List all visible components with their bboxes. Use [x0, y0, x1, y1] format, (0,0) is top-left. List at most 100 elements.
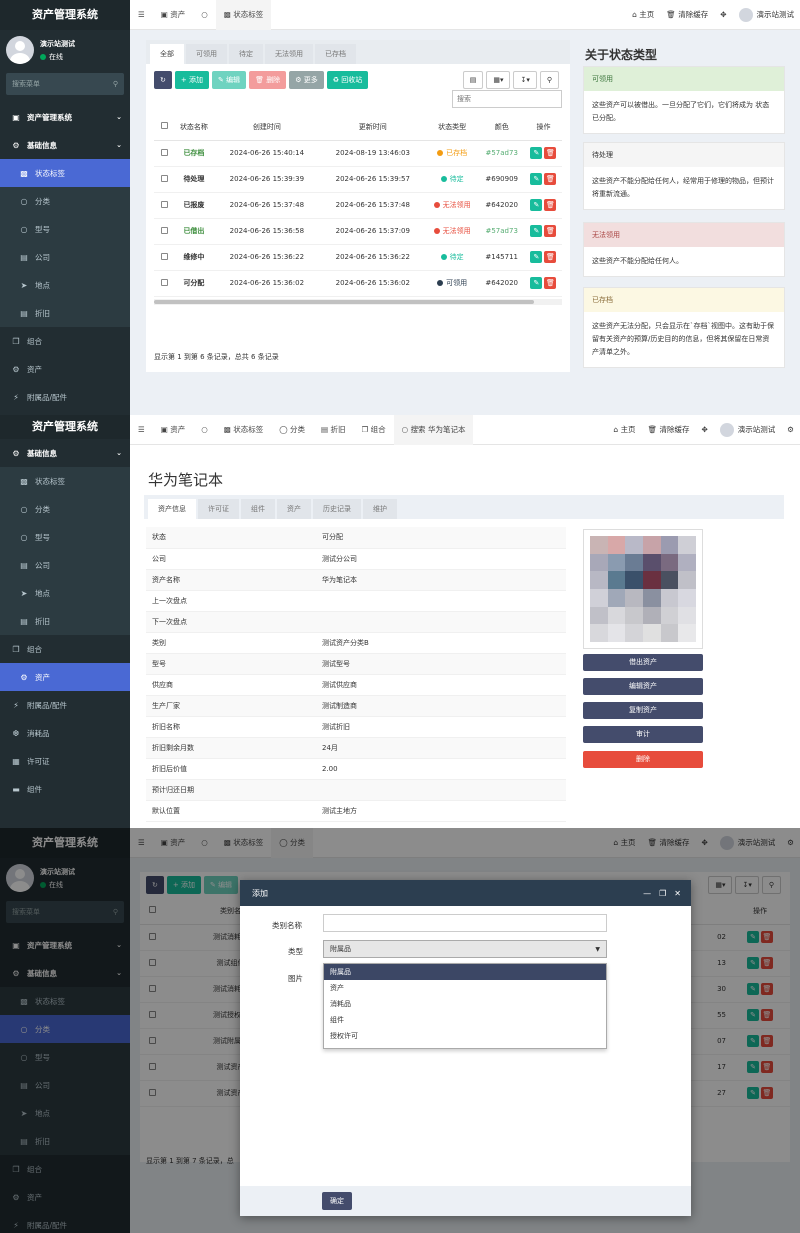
tab-assets[interactable]: ▣ 资产 [153, 0, 193, 30]
dropdown-option[interactable]: 资产 [324, 980, 606, 996]
sidebar-item-10[interactable]: ⚡ 附属品/配件 [0, 383, 130, 411]
delete-button[interactable]: 🗑 删除 [249, 71, 287, 89]
menu-search-input[interactable]: 搜索菜单 ⚲ [6, 73, 124, 95]
export-button[interactable]: ↧▾ [513, 71, 537, 89]
tab-circle[interactable]: ○ [193, 0, 216, 30]
edit-row-icon[interactable]: ✎ [530, 147, 543, 159]
dropdown-option[interactable]: 授权许可 [324, 1028, 606, 1044]
delete-row-icon[interactable]: 🗑 [544, 199, 557, 211]
fullscreen-icon[interactable]: ✥ [714, 10, 732, 19]
tab-depreciation[interactable]: ▤ 折旧 [313, 415, 353, 445]
sidebar-item-10[interactable]: ⚡ 附属品/配件 [0, 691, 130, 719]
sidebar-item-3[interactable]: ○ 分类 [0, 187, 130, 215]
tab-circle[interactable]: ○ [193, 415, 216, 445]
delete-row-icon[interactable]: 🗑 [544, 147, 557, 159]
col-created[interactable]: 创建时间 [213, 114, 320, 141]
copy-asset-button[interactable]: 复制资产 [583, 702, 703, 719]
sidebar-item-8[interactable]: ❐ 组合 [0, 327, 130, 355]
filter-tab-pending[interactable]: 待定 [229, 44, 263, 64]
user-menu[interactable]: 演示站测试 [733, 7, 800, 22]
col-updated[interactable]: 更新时间 [319, 114, 426, 141]
sidebar-item-6[interactable]: ➤ 地点 [0, 579, 130, 607]
delete-row-icon[interactable]: 🗑 [544, 277, 557, 289]
sub-tab-history[interactable]: 历史记录 [313, 499, 361, 519]
edit-row-icon[interactable]: ✎ [530, 251, 543, 263]
settings-icon[interactable]: ⚙ [781, 425, 800, 434]
filter-tab-available[interactable]: 可领用 [186, 44, 227, 64]
more-button[interactable]: ⚙ 更多 [289, 71, 324, 89]
row-checkbox[interactable] [160, 174, 168, 182]
tab-categories[interactable]: ◯ 分类 [271, 415, 313, 445]
col-type[interactable]: 状态类型 [425, 114, 479, 141]
sidebar-item-4[interactable]: ○ 型号 [0, 215, 130, 243]
row-checkbox[interactable] [160, 278, 168, 286]
audit-button[interactable]: 审计 [583, 726, 703, 743]
table-search-input[interactable] [452, 90, 562, 108]
tab-kits[interactable]: ❐ 组合 [354, 415, 394, 445]
sidebar-item-1[interactable]: ⚙ 基础信息 ⌄ [0, 131, 130, 159]
row-checkbox[interactable] [160, 226, 168, 234]
edit-row-icon[interactable]: ✎ [530, 199, 543, 211]
edit-row-icon[interactable]: ✎ [530, 225, 543, 237]
sidebar-item-12[interactable]: ▦ 许可证 [0, 747, 130, 775]
dropdown-option[interactable]: 消耗品 [324, 996, 606, 1012]
edit-row-icon[interactable]: ✎ [530, 277, 543, 289]
close-icon[interactable]: ✕ [674, 889, 681, 898]
edit-row-icon[interactable]: ✎ [530, 173, 543, 185]
sidebar-item-5[interactable]: ▤ 公司 [0, 243, 130, 271]
horizontal-scrollbar[interactable] [154, 298, 562, 305]
category-name-input[interactable] [323, 914, 607, 932]
recycle-button[interactable]: ♻ 回收站 [326, 71, 369, 89]
sub-tab-components[interactable]: 组件 [241, 499, 275, 519]
row-checkbox[interactable] [160, 200, 168, 208]
sidebar-item-13[interactable]: ▬ 组件 [0, 775, 130, 803]
filter-tab-all[interactable]: 全部 [150, 44, 184, 64]
maximize-icon[interactable]: ❐ [659, 889, 666, 898]
sidebar-item-3[interactable]: ○ 分类 [0, 495, 130, 523]
sidebar-item-7[interactable]: ▤ 折旧 [0, 607, 130, 635]
delete-row-icon[interactable]: 🗑 [544, 173, 557, 185]
sidebar-item-9[interactable]: ⚙ 资产 [0, 355, 130, 383]
edit-asset-button[interactable]: 编辑资产 [583, 678, 703, 695]
tab-status-labels[interactable]: ▩ 状态标签 [215, 0, 272, 30]
sidebar-item-7[interactable]: ▤ 折旧 [0, 299, 130, 327]
dropdown-option[interactable]: 组件 [324, 1012, 606, 1028]
col-color[interactable]: 颜色 [478, 114, 525, 141]
fullscreen-icon[interactable]: ✥ [695, 425, 713, 434]
sub-tab-asset-info[interactable]: 资产信息 [148, 499, 196, 519]
refresh-button[interactable]: ↻ [154, 71, 172, 89]
tab-status-labels[interactable]: ▩ 状态标签 [216, 415, 271, 445]
row-checkbox[interactable] [160, 148, 168, 156]
home-link[interactable]: ⌂ 主页 [607, 424, 641, 435]
menu-toggle-icon[interactable]: ☰ [130, 415, 153, 445]
delete-row-icon[interactable]: 🗑 [544, 225, 557, 237]
home-link[interactable]: ⌂ 主页 [626, 9, 660, 20]
menu-toggle-icon[interactable]: ☰ [130, 0, 153, 30]
checkout-asset-button[interactable]: 借出资产 [583, 654, 703, 671]
search-toggle-button[interactable]: ⚲ [539, 71, 559, 89]
filter-tab-unavailable[interactable]: 无法领用 [265, 44, 313, 64]
filter-tab-archived[interactable]: 已存档 [315, 44, 356, 64]
minimize-icon[interactable]: — [643, 889, 651, 898]
sidebar-item-2[interactable]: ▩ 状态标签 [0, 159, 130, 187]
sidebar-item-2[interactable]: ▩ 状态标签 [0, 467, 130, 495]
sub-tab-licenses[interactable]: 许可证 [198, 499, 239, 519]
sidebar-item-9[interactable]: ⚙ 资产 [0, 663, 130, 691]
sidebar-item-4[interactable]: ○ 型号 [0, 523, 130, 551]
tab-search[interactable]: ○ 搜索 华为笔记本 [393, 415, 474, 445]
clear-cache-link[interactable]: 🗑 清除缓存 [660, 9, 714, 20]
confirm-button[interactable]: 确定 [322, 1192, 352, 1210]
delete-asset-button[interactable]: 删除 [583, 751, 703, 768]
toggle-view-button[interactable]: ▤ [462, 71, 484, 89]
delete-row-icon[interactable]: 🗑 [544, 251, 557, 263]
sidebar-item-11[interactable]: ❆ 消耗品 [0, 719, 130, 747]
sidebar-item-1[interactable]: ⚙ 基础信息 ⌄ [0, 439, 130, 467]
add-button[interactable]: + 添加 [174, 71, 209, 89]
user-menu[interactable]: 演示站测试 [714, 422, 782, 437]
type-select[interactable]: 附属品 ▼ [323, 940, 607, 958]
edit-button[interactable]: ✎ 编辑 [211, 71, 247, 89]
sub-tab-maintenance[interactable]: 维护 [363, 499, 397, 519]
clear-cache-link[interactable]: 🗑 清除缓存 [642, 424, 696, 435]
sub-tab-assets[interactable]: 资产 [277, 499, 311, 519]
columns-button[interactable]: ▦▾ [486, 71, 511, 89]
